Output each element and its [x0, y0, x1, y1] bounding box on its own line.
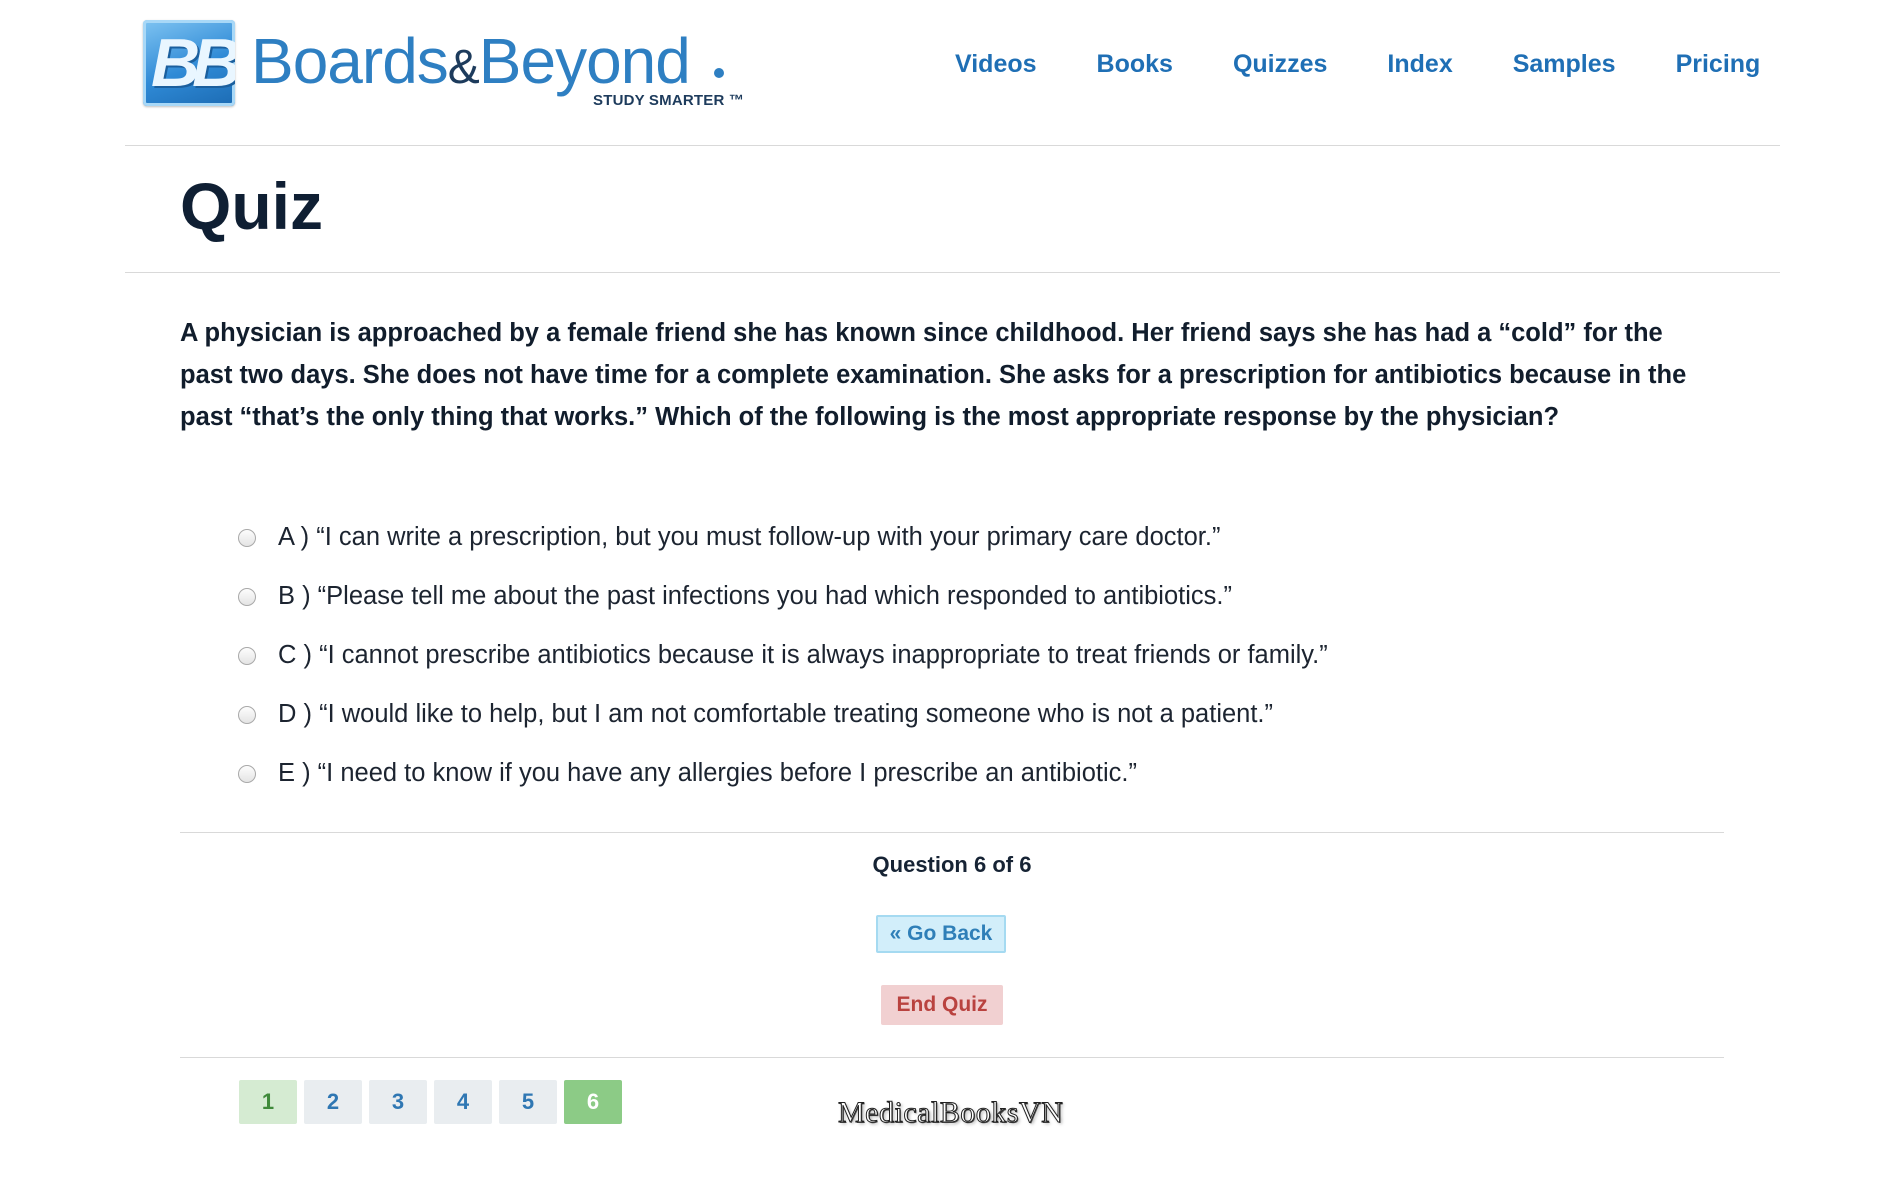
bb-logo-icon: BB [143, 20, 235, 106]
answer-option-label[interactable]: D ) “I would like to help, but I am not … [278, 700, 1273, 729]
answer-option-label[interactable]: C ) “I cannot prescribe antibiotics beca… [278, 641, 1328, 670]
page-button-3[interactable]: 3 [369, 1080, 427, 1124]
nav-pricing[interactable]: Pricing [1676, 50, 1761, 79]
radio-button-icon[interactable] [238, 646, 256, 665]
answer-option-label[interactable]: A ) “I can write a prescription, but you… [278, 523, 1220, 552]
page-button-4[interactable]: 4 [434, 1080, 492, 1124]
answer-option-a[interactable]: A ) “I can write a prescription, but you… [238, 508, 1638, 567]
logo-tagline: STUDY SMARTER ™ [593, 92, 745, 109]
answer-option-e[interactable]: E ) “I need to know if you have any alle… [238, 744, 1638, 803]
main-nav: Videos Books Quizzes Index Samples Prici… [955, 50, 1760, 79]
page-button-6[interactable]: 6 [564, 1080, 622, 1124]
watermark-text: MedicalBooksVN [837, 1096, 1064, 1130]
site-header: BB Boards&Beyond STUDY SMARTER ™ Videos … [125, 0, 1780, 146]
radio-button-icon[interactable] [238, 705, 256, 724]
question-counter: Question 6 of 6 [872, 852, 1032, 877]
answer-option-label[interactable]: B ) “Please tell me about the past infec… [278, 582, 1232, 611]
answer-option-label[interactable]: E ) “I need to know if you have any alle… [278, 759, 1137, 788]
question-pager: 1 2 3 4 5 6 [239, 1080, 629, 1124]
question-text: A physician is approached by a female fr… [180, 319, 1687, 431]
nav-samples[interactable]: Samples [1513, 50, 1616, 79]
nav-videos[interactable]: Videos [955, 50, 1037, 79]
divider [180, 1057, 1724, 1058]
divider [180, 832, 1724, 833]
title-bar: Quiz [125, 146, 1780, 273]
boards-beyond-logo[interactable]: BB Boards&Beyond STUDY SMARTER ™ [143, 20, 744, 110]
answer-option-c[interactable]: C ) “I cannot prescribe antibiotics beca… [238, 626, 1638, 685]
registered-mark-icon [714, 68, 724, 78]
nav-books[interactable]: Books [1097, 50, 1173, 79]
go-back-button[interactable]: « Go Back [876, 915, 1006, 953]
radio-button-icon[interactable] [238, 764, 256, 783]
nav-index[interactable]: Index [1387, 50, 1452, 79]
page-button-5[interactable]: 5 [499, 1080, 557, 1124]
end-quiz-button[interactable]: End Quiz [881, 985, 1003, 1025]
answer-option-b[interactable]: B ) “Please tell me about the past infec… [238, 567, 1638, 626]
nav-quizzes[interactable]: Quizzes [1233, 50, 1327, 79]
page-button-1[interactable]: 1 [239, 1080, 297, 1124]
page-button-2[interactable]: 2 [304, 1080, 362, 1124]
radio-button-icon[interactable] [238, 528, 256, 547]
page-title: Quiz [180, 169, 323, 243]
radio-button-icon[interactable] [238, 587, 256, 606]
answer-options: A ) “I can write a prescription, but you… [238, 508, 1638, 803]
answer-option-d[interactable]: D ) “I would like to help, but I am not … [238, 685, 1638, 744]
